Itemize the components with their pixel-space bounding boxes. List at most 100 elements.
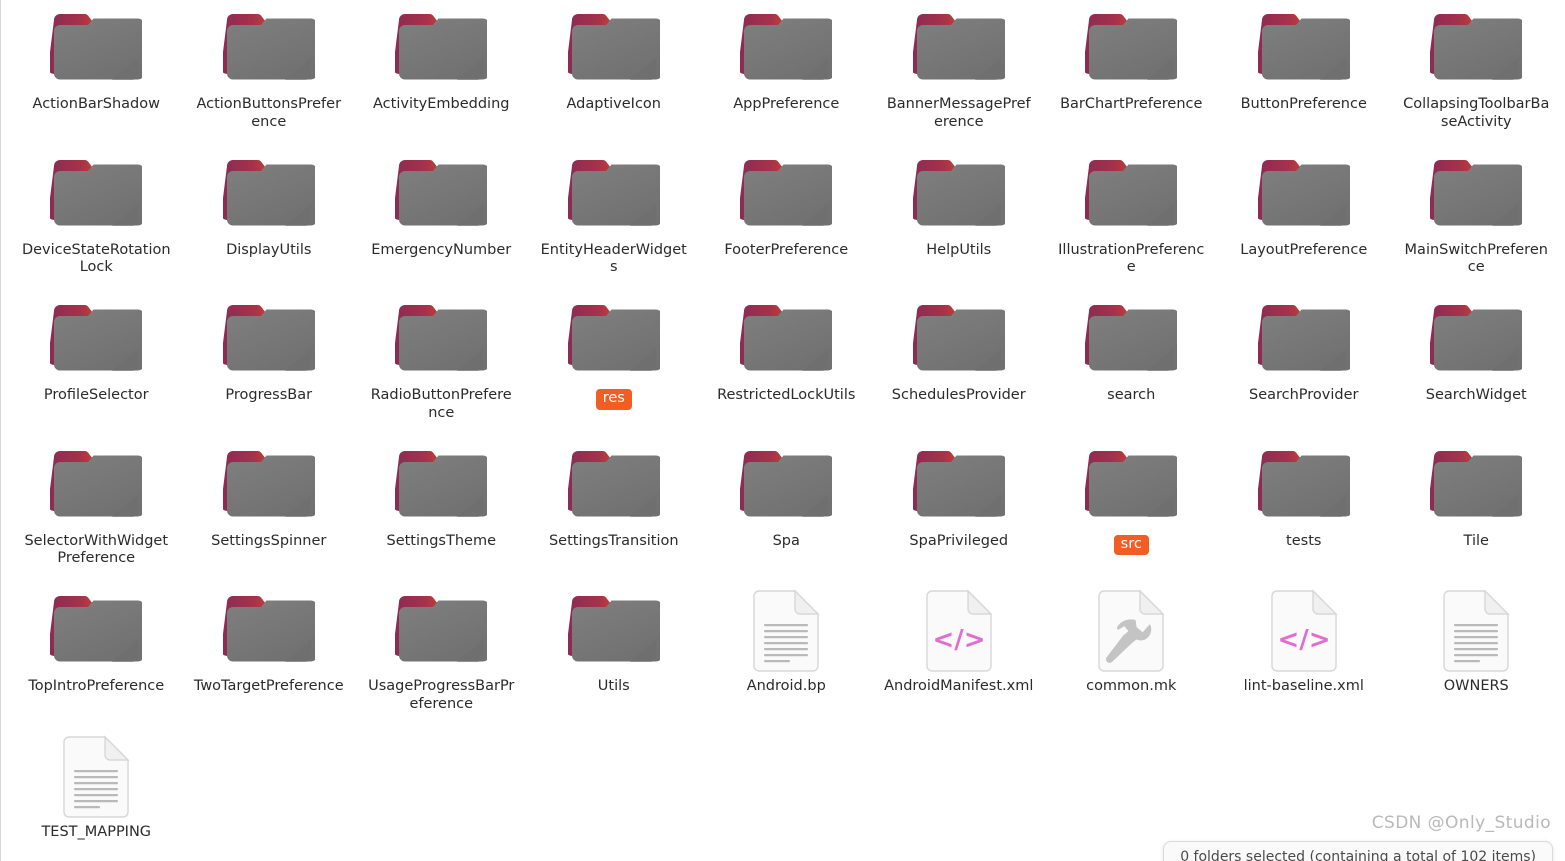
file-icon-grid[interactable]: ActionBarShadow ActionButtonsPreference bbox=[10, 0, 1565, 861]
folder-item[interactable]: CollapsingToolbarBaseActivity bbox=[1390, 0, 1563, 146]
item-label: res bbox=[595, 389, 632, 410]
folder-item[interactable]: DisplayUtils bbox=[183, 146, 356, 292]
folder-icon bbox=[395, 450, 488, 517]
folder-icon-wrap bbox=[393, 588, 489, 672]
folder-icon-wrap bbox=[221, 6, 317, 90]
folder-item[interactable]: Spa bbox=[700, 437, 873, 583]
folder-item[interactable]: Tile bbox=[1390, 437, 1563, 583]
folder-item[interactable]: res bbox=[528, 291, 701, 437]
item-label: LayoutPreference bbox=[1240, 241, 1368, 258]
item-label: SchedulesProvider bbox=[891, 387, 1026, 403]
folder-icon bbox=[50, 596, 143, 662]
folder-item[interactable]: ActionBarShadow bbox=[10, 0, 183, 146]
file-icon-wrap: </> bbox=[911, 588, 1007, 672]
file-icon-wrap bbox=[1428, 588, 1524, 672]
folder-item[interactable]: SettingsTheme bbox=[355, 437, 528, 583]
item-label: ProgressBar bbox=[225, 387, 313, 403]
item-label: DisplayUtils bbox=[226, 241, 312, 258]
folder-icon-wrap bbox=[1256, 443, 1352, 527]
folder-item[interactable]: SettingsSpinner bbox=[183, 437, 356, 583]
folder-item[interactable]: SearchWidget bbox=[1390, 291, 1563, 437]
folder-item[interactable]: EntityHeaderWidgets bbox=[528, 146, 701, 292]
folder-item[interactable]: BarChartPreference bbox=[1045, 0, 1218, 146]
folder-icon bbox=[1085, 450, 1178, 517]
item-label: UsageProgressBarPreference bbox=[368, 678, 515, 712]
file-icon bbox=[1443, 589, 1510, 672]
folder-icon bbox=[567, 596, 660, 662]
folder-icon bbox=[222, 450, 315, 517]
folder-item[interactable]: src bbox=[1045, 437, 1218, 583]
folder-item[interactable]: RestrictedLockUtils bbox=[700, 291, 873, 437]
status-bar-text: 0 folders selected (containing a total o… bbox=[1180, 849, 1536, 861]
file-icon bbox=[1098, 589, 1165, 672]
file-item[interactable]: </> AndroidManifest.xml bbox=[873, 582, 1046, 728]
folder-item[interactable]: MainSwitchPreference bbox=[1390, 146, 1563, 292]
folder-icon bbox=[567, 14, 660, 80]
folder-icon-wrap bbox=[566, 152, 662, 236]
folder-item[interactable]: ActivityEmbedding bbox=[355, 0, 528, 146]
file-item[interactable]: common.mk bbox=[1045, 582, 1218, 728]
folder-item[interactable]: ProfileSelector bbox=[10, 291, 183, 437]
folder-item[interactable]: AdaptiveIcon bbox=[528, 0, 701, 146]
item-label: AndroidManifest.xml bbox=[884, 678, 1034, 694]
folder-item[interactable]: BannerMessagePreference bbox=[873, 0, 1046, 146]
folder-item[interactable]: DeviceStateRotationLock bbox=[10, 146, 183, 292]
folder-item[interactable]: LayoutPreference bbox=[1218, 146, 1391, 292]
folder-item[interactable]: AppPreference bbox=[700, 0, 873, 146]
folder-icon-wrap bbox=[1428, 443, 1524, 527]
folder-icon bbox=[1257, 450, 1350, 517]
folder-item[interactable]: ProgressBar bbox=[183, 291, 356, 437]
folder-icon-wrap bbox=[738, 6, 834, 90]
folder-item[interactable]: TopIntroPreference bbox=[10, 582, 183, 728]
item-label: Spa bbox=[772, 532, 800, 549]
item-label: OWNERS bbox=[1443, 678, 1509, 694]
folder-item[interactable]: ActionButtonsPreference bbox=[183, 0, 356, 146]
folder-icon-wrap bbox=[738, 443, 834, 527]
folder-icon bbox=[1085, 14, 1178, 80]
folder-item[interactable]: SchedulesProvider bbox=[873, 291, 1046, 437]
item-label: BannerMessagePreference bbox=[886, 96, 1031, 130]
folder-item[interactable]: tests bbox=[1218, 437, 1391, 583]
folder-item[interactable]: search bbox=[1045, 291, 1218, 437]
item-label: SettingsSpinner bbox=[211, 532, 327, 549]
folder-item[interactable]: SettingsTransition bbox=[528, 437, 701, 583]
file-item[interactable]: TEST_MAPPING bbox=[10, 728, 183, 861]
folder-item[interactable]: IllustrationPreference bbox=[1045, 146, 1218, 292]
file-item[interactable]: OWNERS bbox=[1390, 582, 1563, 728]
folder-icon bbox=[1257, 14, 1350, 80]
item-label: EmergencyNumber bbox=[371, 241, 512, 258]
folder-icon bbox=[740, 450, 833, 517]
folder-icon bbox=[222, 159, 315, 226]
folder-item[interactable]: EmergencyNumber bbox=[355, 146, 528, 292]
folder-icon bbox=[567, 159, 660, 226]
folder-icon bbox=[1430, 450, 1523, 517]
folder-icon-wrap bbox=[1256, 6, 1352, 90]
folder-item[interactable]: SelectorWithWidgetPreference bbox=[10, 437, 183, 583]
folder-item[interactable]: FooterPreference bbox=[700, 146, 873, 292]
watermark-text: CSDN @Only_Studio bbox=[1371, 813, 1551, 833]
folder-item[interactable]: ButtonPreference bbox=[1218, 0, 1391, 146]
item-label: tests bbox=[1286, 532, 1322, 549]
folder-item[interactable]: HelpUtils bbox=[873, 146, 1046, 292]
item-label: DeviceStateRotationLock bbox=[21, 241, 171, 276]
folder-icon-wrap bbox=[911, 6, 1007, 90]
folder-icon bbox=[395, 305, 488, 371]
item-label: MainSwitchPreference bbox=[1404, 241, 1548, 276]
folder-item[interactable]: SpaPrivileged bbox=[873, 437, 1046, 583]
file-item[interactable]: Android.bp bbox=[700, 582, 873, 728]
folder-icon bbox=[222, 305, 315, 371]
folder-icon bbox=[1430, 305, 1523, 371]
item-label: RestrictedLockUtils bbox=[717, 387, 856, 403]
item-label: ActionBarShadow bbox=[32, 96, 160, 112]
file-item[interactable]: </> lint-baseline.xml bbox=[1218, 582, 1391, 728]
item-label: BarChartPreference bbox=[1060, 96, 1203, 112]
folder-item[interactable]: UsageProgressBarPreference bbox=[355, 582, 528, 728]
svg-text:</>: </> bbox=[932, 625, 985, 655]
folder-icon-wrap bbox=[1083, 297, 1179, 381]
folder-item[interactable]: RadioButtonPreference bbox=[355, 291, 528, 437]
folder-item[interactable]: Utils bbox=[528, 582, 701, 728]
folder-item[interactable]: TwoTargetPreference bbox=[183, 582, 356, 728]
folder-item[interactable]: SearchProvider bbox=[1218, 291, 1391, 437]
file-icon: </> bbox=[926, 589, 993, 672]
item-label: SettingsTransition bbox=[548, 532, 679, 549]
